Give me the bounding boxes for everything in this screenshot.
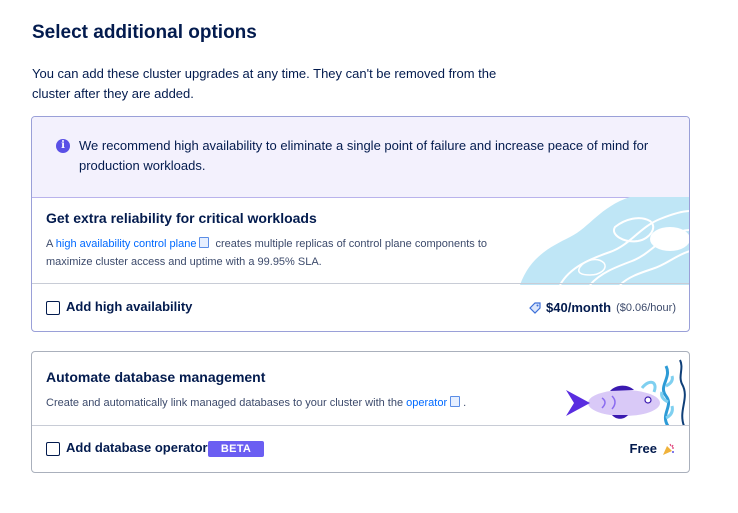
add-database-operator-label[interactable]: Add database operator bbox=[66, 440, 208, 455]
add-high-availability-checkbox[interactable] bbox=[46, 301, 60, 315]
info-icon: i bbox=[56, 139, 70, 153]
ha-price-monthly: $40/month bbox=[546, 300, 612, 315]
db-section-title: Automate database management bbox=[46, 369, 266, 385]
notice-text: We recommend high availability to elimin… bbox=[79, 138, 649, 173]
page-title: Select additional options bbox=[32, 22, 257, 43]
beta-badge: BETA bbox=[208, 441, 264, 457]
page: Select additional options You can add th… bbox=[0, 0, 738, 513]
ha-price: $40/month ($0.06/hour) bbox=[529, 300, 676, 315]
ha-section-title: Get extra reliability for critical workl… bbox=[46, 210, 317, 226]
db-desc-prefix: Create and automatically link managed da… bbox=[46, 397, 404, 409]
topographic-illustration bbox=[520, 197, 689, 285]
ha-divider bbox=[32, 283, 689, 284]
add-high-availability-label[interactable]: Add high availability bbox=[66, 299, 192, 314]
ha-section-description: A high availability control plane create… bbox=[46, 235, 516, 271]
fish-seaweed-illustration bbox=[566, 359, 686, 426]
tag-icon bbox=[529, 301, 541, 314]
operator-link[interactable]: operator bbox=[406, 397, 447, 409]
db-price: Free bbox=[630, 441, 676, 456]
party-popper-icon bbox=[663, 443, 674, 455]
recommendation-notice: i We recommend high availability to elim… bbox=[32, 117, 689, 198]
ha-desc-prefix: A bbox=[46, 238, 53, 250]
db-price-free: Free bbox=[629, 441, 657, 456]
db-section-description: Create and automatically link managed da… bbox=[46, 394, 526, 412]
doc-icon bbox=[199, 237, 210, 248]
db-divider bbox=[32, 425, 689, 426]
doc-icon bbox=[450, 396, 461, 407]
db-desc-suffix: . bbox=[463, 397, 467, 409]
ha-price-hourly: ($0.06/hour) bbox=[616, 301, 676, 314]
ha-control-plane-link[interactable]: high availability control plane bbox=[56, 238, 197, 250]
add-database-operator-checkbox[interactable] bbox=[46, 442, 60, 456]
database-operator-card: Automate database management Create and … bbox=[31, 351, 690, 473]
page-intro: You can add these cluster upgrades at an… bbox=[32, 66, 497, 101]
high-availability-card: i We recommend high availability to elim… bbox=[31, 116, 690, 332]
